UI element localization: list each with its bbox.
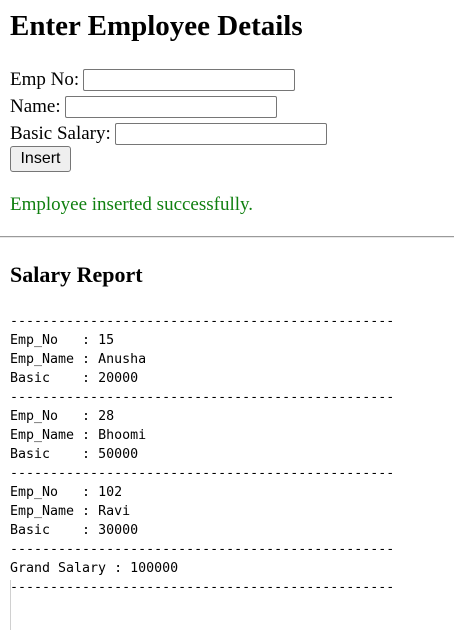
report-line: Basic : 30000 <box>10 521 394 540</box>
emp-no-label: Emp No: <box>10 68 80 90</box>
emp-name-value: Bhoomi <box>98 428 147 443</box>
basic-value: 50000 <box>98 447 139 462</box>
report-line: Basic : 20000 <box>10 369 394 388</box>
emp-no-value: 28 <box>98 409 115 424</box>
report-separator: ----------------------------------------… <box>10 580 395 595</box>
report-line: Emp_Name : Ravi <box>10 502 394 521</box>
employee-form: Emp No: Name: Basic Salary: <box>10 66 327 147</box>
emp-name-field-label: Emp_Name : <box>10 428 99 443</box>
emp-name-value: Ravi <box>98 504 131 519</box>
report-line: Emp_No : 102 <box>10 483 394 502</box>
report-line: Emp_Name : Bhoomi <box>10 426 394 445</box>
emp-no-row: Emp No: <box>10 66 327 93</box>
basic-salary-input[interactable] <box>114 122 327 145</box>
grand-salary-label: Grand Salary : <box>10 561 131 576</box>
report-separator: ----------------------------------------… <box>10 314 395 329</box>
report-title: Salary Report <box>10 262 143 287</box>
name-label: Name: <box>10 95 61 117</box>
name-input[interactable] <box>64 95 277 118</box>
salary-row: Basic Salary: <box>10 120 327 147</box>
basic-value: 30000 <box>98 523 139 538</box>
insert-button[interactable]: Insert <box>10 146 71 172</box>
basic-value: 20000 <box>98 371 139 386</box>
grand-salary-line: Grand Salary : 100000 <box>10 559 394 578</box>
basic-field-label: Basic : <box>10 447 99 462</box>
emp-no-input[interactable] <box>83 68 296 91</box>
report-separator: ----------------------------------------… <box>10 466 395 481</box>
emp-name-field-label: Emp_Name : <box>10 352 99 367</box>
report-line: Basic : 50000 <box>10 445 394 464</box>
basic-field-label: Basic : <box>10 523 99 538</box>
emp-name-value: Anusha <box>98 352 147 367</box>
emp-name-field-label: Emp_Name : <box>10 504 99 519</box>
report-separator: ----------------------------------------… <box>10 390 395 405</box>
emp-no-field-label: Emp_No : <box>10 409 99 424</box>
emp-no-value: 102 <box>98 485 123 500</box>
report-line: Emp_No : 28 <box>10 407 394 426</box>
report-line: Emp_Name : Anusha <box>10 350 394 369</box>
emp-no-value: 15 <box>98 333 115 348</box>
divider <box>0 236 454 238</box>
name-row: Name: <box>10 93 327 120</box>
report-separator: ----------------------------------------… <box>10 542 395 557</box>
emp-no-field-label: Emp_No : <box>10 485 99 500</box>
basic-field-label: Basic : <box>10 371 99 386</box>
success-message: Employee inserted successfully. <box>10 194 254 215</box>
salary-report: ----------------------------------------… <box>10 312 394 597</box>
grand-salary-value: 100000 <box>130 561 179 576</box>
report-line: Emp_No : 15 <box>10 331 394 350</box>
page-title: Enter Employee Details <box>10 10 303 42</box>
emp-no-field-label: Emp_No : <box>10 333 99 348</box>
salary-label: Basic Salary: <box>10 122 111 144</box>
page-edge <box>10 580 11 630</box>
